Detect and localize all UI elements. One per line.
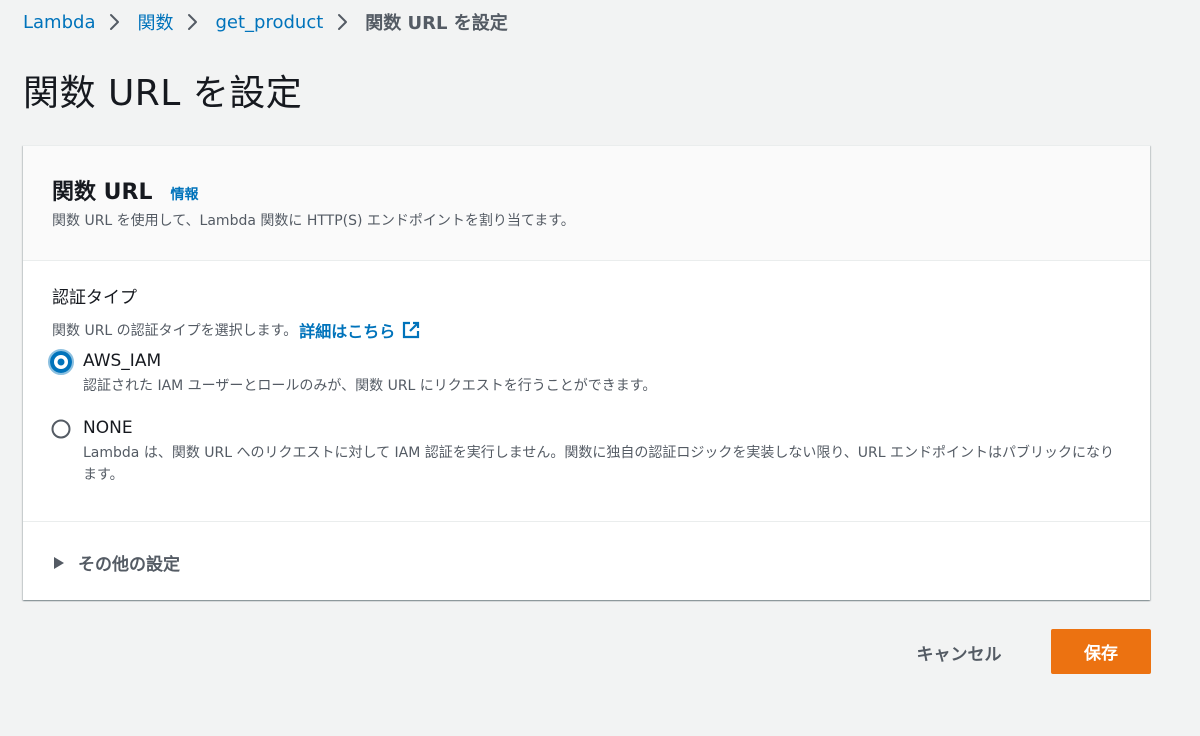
additional-settings-label: その他の設定 [78, 555, 180, 575]
auth-type-description-text: 関数 URL の認証タイプを選択します。 [52, 323, 298, 339]
radio-option-none[interactable]: NONE Lambda は、関数 URL へのリクエストに対して IAM 認証を… [51, 415, 1122, 486]
caret-right-icon [52, 556, 66, 570]
function-url-panel: 関数 URL 情報 関数 URL を使用して、Lambda 関数に HTTP(S… [23, 145, 1150, 600]
cancel-button[interactable]: キャンセル [888, 630, 1030, 674]
learn-more-link[interactable]: 詳細はこちら [299, 318, 420, 342]
auth-type-radio-group: AWS_IAM 認証された IAM ユーザーとロールのみが、関数 URL にリク… [48, 348, 1122, 486]
info-link[interactable]: 情報 [170, 184, 198, 204]
learn-more-label: 詳細はこちら [299, 322, 396, 341]
page-title: 関数 URL を設定 [23, 73, 303, 114]
radio-label-aws-iam[interactable]: AWS_IAM [83, 348, 1122, 374]
breadcrumb-item-lambda[interactable]: Lambda [23, 12, 95, 33]
breadcrumb-current: 関数 URL を設定 [365, 13, 508, 34]
panel-description: 関数 URL を使用して、Lambda 関数に HTTP(S) エンドポイントを… [52, 213, 575, 229]
radio-none[interactable] [48, 416, 74, 442]
radio-description-aws-iam: 認証された IAM ユーザーとロールのみが、関数 URL にリクエストを行うこと… [83, 378, 657, 394]
save-button[interactable]: 保存 [1051, 629, 1151, 674]
chevron-right-icon [109, 12, 123, 32]
additional-settings-expander[interactable]: その他の設定 [52, 550, 180, 575]
auth-type-field: 認証タイプ 関数 URL の認証タイプを選択します。 詳細はこちら AWS_IA… [48, 286, 1122, 486]
breadcrumb: Lambda 関数 get_product 関数 URL を設定 [23, 8, 508, 36]
external-link-icon [402, 321, 420, 339]
divider [23, 521, 1150, 522]
radio-description-none: Lambda は、関数 URL へのリクエストに対して IAM 認証を実行しませ… [83, 445, 1115, 483]
panel-title-row: 関数 URL 情報 [52, 174, 198, 206]
chevron-right-icon [337, 12, 351, 32]
panel-header: 関数 URL 情報 関数 URL を使用して、Lambda 関数に HTTP(S… [23, 146, 1150, 261]
panel-title: 関数 URL [52, 180, 153, 205]
radio-label-none[interactable]: NONE [83, 415, 1122, 441]
auth-type-label: 認証タイプ [52, 288, 137, 308]
breadcrumb-item-functions[interactable]: 関数 [137, 9, 173, 35]
breadcrumb-item-get-product[interactable]: get_product [215, 12, 323, 33]
chevron-right-icon [187, 12, 201, 32]
auth-type-description: 関数 URL の認証タイプを選択します。 詳細はこちら [52, 318, 1122, 342]
radio-option-aws-iam[interactable]: AWS_IAM 認証された IAM ユーザーとロールのみが、関数 URL にリク… [48, 348, 1122, 397]
radio-aws-iam[interactable] [48, 349, 74, 375]
